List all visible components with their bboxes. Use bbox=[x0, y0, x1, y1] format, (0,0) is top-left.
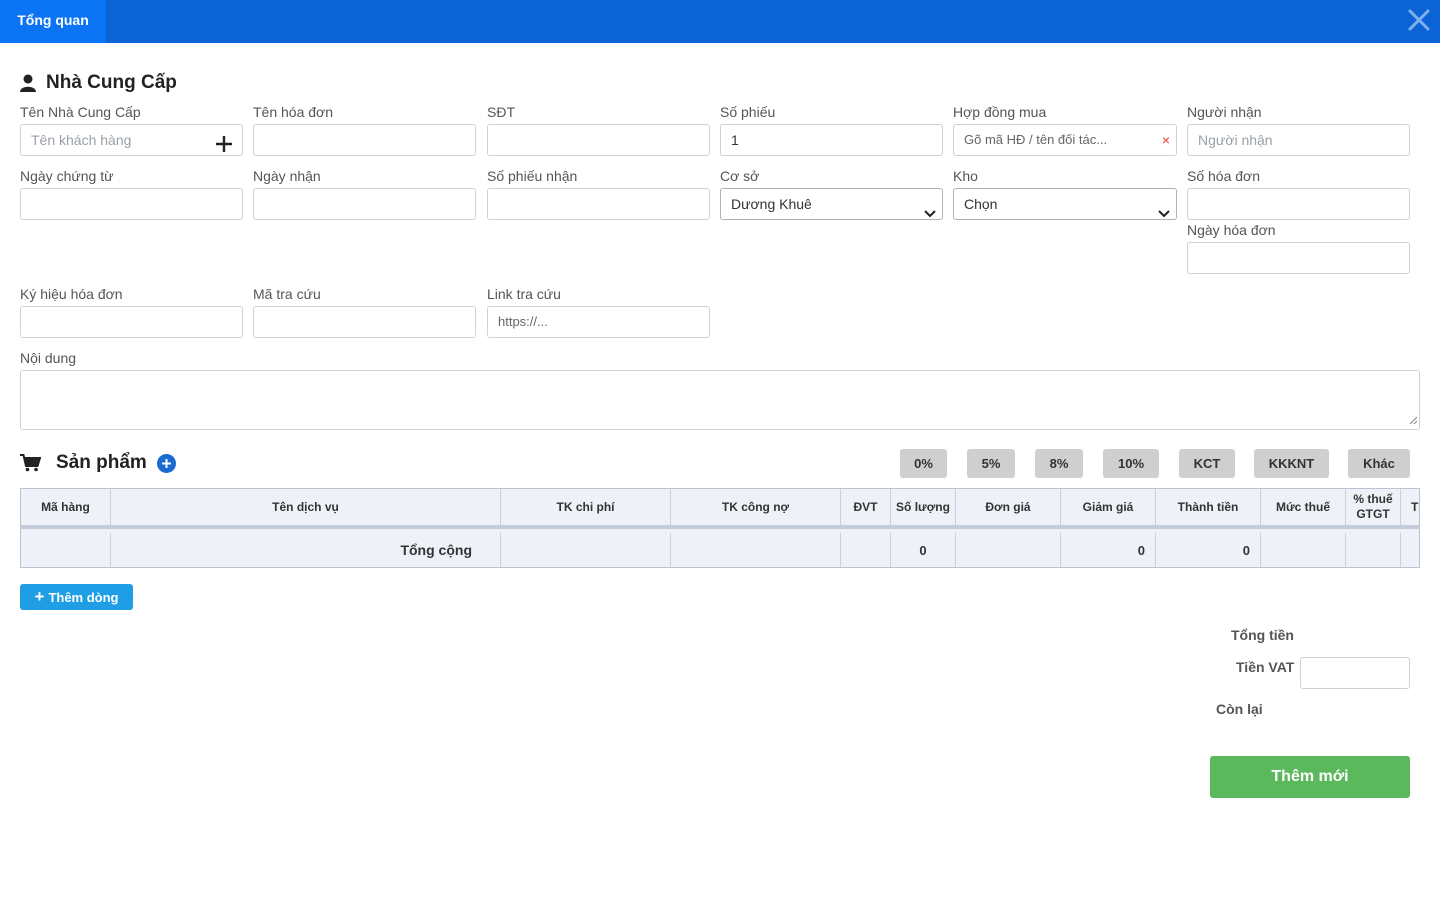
col-header-truncated: Ti bbox=[1401, 489, 1419, 525]
invoice-symbol-input[interactable] bbox=[20, 306, 243, 338]
tax-button-10[interactable]: 10% bbox=[1103, 449, 1159, 478]
content-textarea[interactable] bbox=[20, 370, 1420, 430]
total-cell-unit bbox=[841, 533, 891, 567]
tax-button-5[interactable]: 5% bbox=[967, 449, 1015, 478]
user-icon bbox=[20, 74, 36, 92]
col-header-discount: Giảm giá bbox=[1061, 489, 1156, 525]
cart-icon bbox=[20, 454, 41, 472]
col-header-quantity: Số lượng bbox=[891, 489, 956, 525]
col-header-vat-percent: % thuế GTGT bbox=[1346, 489, 1401, 525]
total-cell-payable bbox=[671, 533, 841, 567]
add-product-icon[interactable] bbox=[156, 453, 176, 473]
warehouse-selected: Chọn bbox=[964, 196, 998, 212]
tab-overview[interactable]: Tổng quan bbox=[0, 0, 106, 43]
vat-input[interactable] bbox=[1300, 657, 1410, 689]
products-section-label: Sản phẩm bbox=[56, 452, 147, 473]
clear-icon[interactable]: × bbox=[1162, 125, 1170, 155]
receive-date-label: Ngày nhận bbox=[253, 168, 321, 184]
branch-select[interactable]: Dương Khuê bbox=[720, 188, 943, 220]
warehouse-label: Kho bbox=[953, 168, 978, 184]
receiver-label: Người nhận bbox=[1187, 104, 1262, 120]
col-header-tax-rate: Mức thuế bbox=[1261, 489, 1346, 525]
close-icon[interactable] bbox=[1406, 7, 1432, 33]
warehouse-select[interactable]: Chọn bbox=[953, 188, 1177, 220]
branch-selected: Dương Khuê bbox=[731, 196, 812, 212]
invoice-no-input[interactable] bbox=[1187, 188, 1410, 220]
purchase-contract-label: Hợp đồng mua bbox=[953, 104, 1047, 120]
supplier-name-placeholder: Tên khách hàng bbox=[31, 132, 132, 148]
total-cell-tax-rate bbox=[1261, 533, 1346, 567]
phone-input[interactable] bbox=[487, 124, 710, 156]
branch-label: Cơ sở bbox=[720, 168, 760, 184]
voucher-no-input[interactable]: 1 bbox=[720, 124, 943, 156]
products-table: Mã hàng Tên dịch vụ TK chi phí TK công n… bbox=[20, 488, 1420, 568]
col-header-service-name: Tên dịch vụ bbox=[111, 489, 501, 525]
doc-date-label: Ngày chứng từ bbox=[20, 168, 114, 184]
total-money-label: Tổng tiền bbox=[1231, 627, 1294, 643]
receive-date-input[interactable] bbox=[253, 188, 476, 220]
receiver-input[interactable]: Người nhận bbox=[1187, 124, 1410, 156]
products-section-title: Sản phẩm bbox=[20, 452, 176, 474]
phone-label: SĐT bbox=[487, 104, 515, 120]
chevron-down-icon bbox=[1158, 199, 1170, 229]
total-discount: 0 bbox=[1061, 533, 1156, 567]
col-header-unit-price: Đơn giá bbox=[956, 489, 1061, 525]
invoice-no-label: Số hóa đơn bbox=[1187, 168, 1261, 184]
total-cell-vat bbox=[1346, 533, 1401, 567]
receipt-no-label: Số phiếu nhận bbox=[487, 168, 578, 184]
table-header: Mã hàng Tên dịch vụ TK chi phí TK công n… bbox=[21, 489, 1419, 529]
table-total-row: Tổng cộng 0 0 0 bbox=[21, 533, 1419, 567]
top-bar: Tổng quan bbox=[0, 0, 1440, 43]
total-cell-expense bbox=[501, 533, 671, 567]
content-label: Nội dung bbox=[20, 350, 77, 366]
tax-button-kct[interactable]: KCT bbox=[1179, 449, 1235, 478]
purchase-contract-input[interactable]: Gõ mã HĐ / tên đối tác... × bbox=[953, 124, 1177, 156]
total-cell-price bbox=[956, 533, 1061, 567]
invoice-date-input[interactable] bbox=[1187, 242, 1410, 274]
purchase-contract-placeholder: Gõ mã HĐ / tên đối tác... bbox=[964, 132, 1108, 147]
invoice-name-label: Tên hóa đơn bbox=[253, 104, 334, 120]
total-label: Tổng cộng bbox=[111, 533, 501, 567]
col-header-expense-account: TK chi phí bbox=[501, 489, 671, 525]
col-header-amount: Thành tiền bbox=[1156, 489, 1261, 525]
tax-button-8[interactable]: 8% bbox=[1035, 449, 1083, 478]
lookup-code-input[interactable] bbox=[253, 306, 476, 338]
col-header-code: Mã hàng bbox=[21, 489, 111, 525]
tax-button-kkknt[interactable]: KKKNT bbox=[1254, 449, 1329, 478]
vat-label: Tiền VAT bbox=[1236, 659, 1295, 675]
invoice-symbol-label: Ký hiệu hóa đơn bbox=[20, 286, 123, 302]
total-cell-code bbox=[21, 533, 111, 567]
supplier-section-title: Nhà Cung Cấp bbox=[20, 72, 177, 94]
resize-grip-icon[interactable] bbox=[1409, 411, 1418, 427]
add-supplier-icon[interactable] bbox=[216, 132, 232, 155]
voucher-no-label: Số phiếu bbox=[720, 104, 776, 120]
tax-button-other[interactable]: Khác bbox=[1348, 449, 1410, 478]
col-header-payable-account: TK công nợ bbox=[671, 489, 841, 525]
plus-icon: + bbox=[34, 587, 45, 606]
receipt-no-input[interactable] bbox=[487, 188, 710, 220]
lookup-link-label: Link tra cứu bbox=[487, 286, 561, 302]
add-row-label: Thêm dòng bbox=[48, 589, 119, 605]
add-new-button[interactable]: Thêm mới bbox=[1210, 756, 1410, 798]
doc-date-input[interactable] bbox=[20, 188, 243, 220]
total-quantity: 0 bbox=[891, 533, 956, 567]
supplier-name-label: Tên Nhà Cung Cấp bbox=[20, 104, 141, 120]
total-cell-extra bbox=[1401, 533, 1419, 567]
chevron-down-icon bbox=[924, 199, 936, 229]
lookup-link-input[interactable]: https://... bbox=[487, 306, 710, 338]
total-amount: 0 bbox=[1156, 533, 1261, 567]
col-header-unit: ĐVT bbox=[841, 489, 891, 525]
invoice-name-input[interactable] bbox=[253, 124, 476, 156]
tax-button-0[interactable]: 0% bbox=[900, 449, 947, 478]
supplier-section-label: Nhà Cung Cấp bbox=[46, 72, 177, 93]
remaining-label: Còn lại bbox=[1216, 701, 1263, 717]
invoice-date-label: Ngày hóa đơn bbox=[1187, 222, 1276, 238]
lookup-code-label: Mã tra cứu bbox=[253, 286, 321, 302]
add-row-button[interactable]: + Thêm dòng bbox=[20, 584, 133, 610]
supplier-name-input[interactable]: Tên khách hàng bbox=[20, 124, 243, 156]
